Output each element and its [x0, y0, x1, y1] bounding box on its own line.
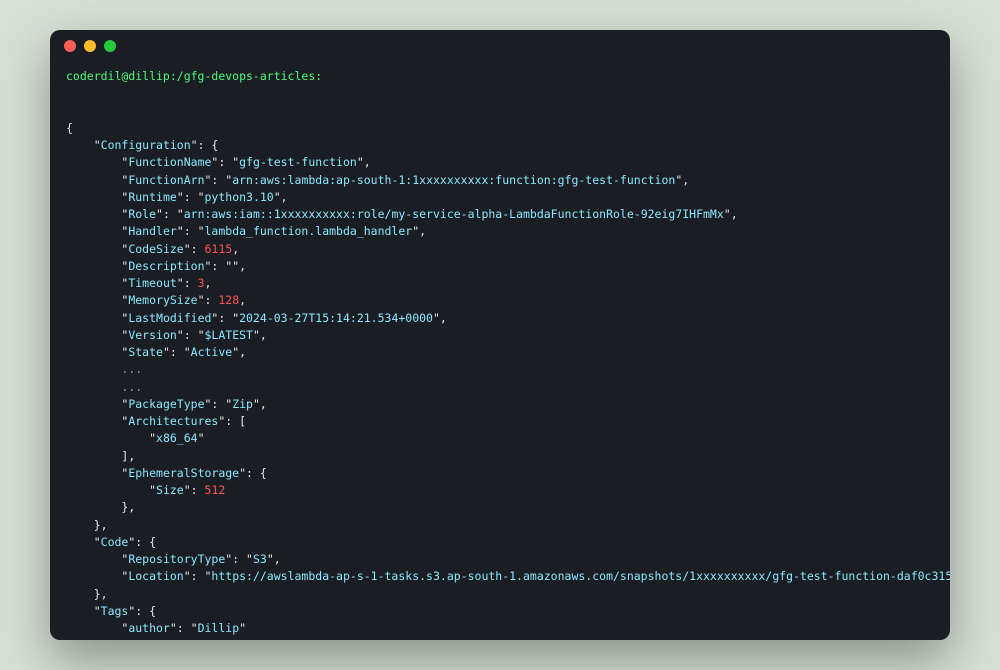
ellipsis: ... [121, 362, 142, 376]
function-arn: arn:aws:lambda:ap-south-1:1xxxxxxxxxx:fu… [232, 173, 675, 187]
close-icon[interactable] [64, 40, 76, 52]
package-type: Zip [232, 397, 253, 411]
timeout: 3 [198, 276, 205, 290]
last-modified: 2024-03-27T15:14:21.534+0000 [239, 311, 433, 325]
ellipsis: ... [121, 380, 142, 394]
version: $LATEST [205, 328, 253, 342]
window-titlebar [50, 30, 950, 62]
function-name: gfg-test-function [239, 155, 357, 169]
terminal-window: coderdil@dillip:/gfg-devops-articles: { … [50, 30, 950, 640]
handler: lambda_function.lambda_handler [205, 224, 413, 238]
ephemeral-size: 512 [205, 483, 226, 497]
architecture: x86_64 [156, 431, 198, 445]
code-location: https://awslambda-ap-s-1-tasks.s3.ap-sou… [211, 569, 950, 583]
minimize-icon[interactable] [84, 40, 96, 52]
role-arn: arn:aws:iam::1xxxxxxxxxx:role/my-service… [184, 207, 724, 221]
shell-prompt: coderdil@dillip:/gfg-devops-articles: [66, 69, 322, 83]
repository-type: S3 [253, 552, 267, 566]
code-size: 6115 [205, 242, 233, 256]
state: Active [191, 345, 233, 359]
tag-author: Dillip [198, 621, 240, 635]
runtime: python3.10 [205, 190, 274, 204]
terminal-output[interactable]: coderdil@dillip:/gfg-devops-articles: { … [50, 62, 950, 640]
maximize-icon[interactable] [104, 40, 116, 52]
memory-size: 128 [218, 293, 239, 307]
